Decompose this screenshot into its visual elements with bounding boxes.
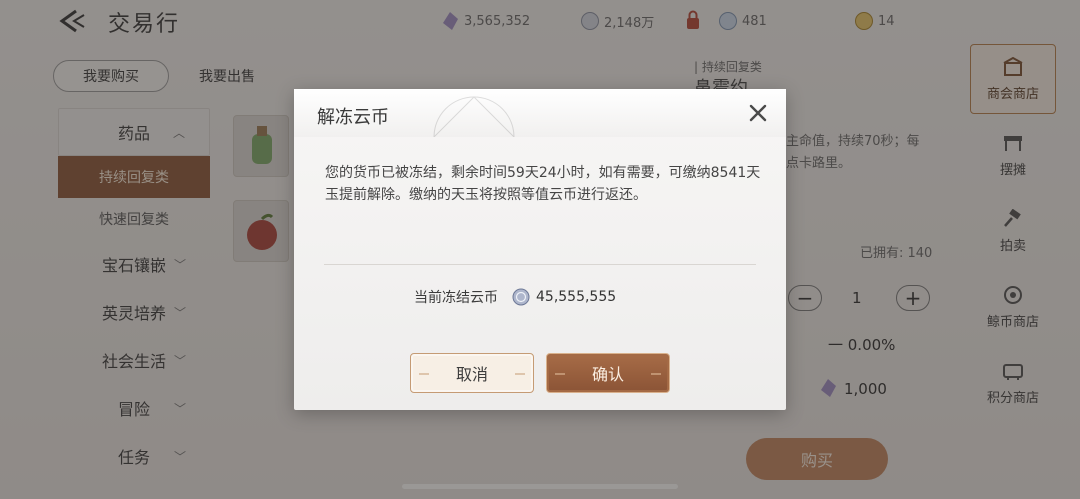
button-ornament-icon: [555, 373, 565, 375]
button-ornament-icon: [419, 373, 429, 375]
button-ornament-icon: [651, 373, 661, 375]
dialog-title: 解冻云币: [317, 107, 389, 128]
frozen-amount-value: 45,555,555: [536, 289, 617, 305]
cloud-coin-icon: [512, 288, 530, 306]
dialog-divider: [324, 264, 756, 265]
header-ornament: [433, 96, 515, 137]
cancel-button[interactable]: 取消: [410, 353, 534, 393]
close-icon[interactable]: [748, 103, 768, 123]
dialog-message: 您的货币已被冻结，剩余时间59天24小时，如有需要，可缴纳8541天玉提前解除。…: [325, 165, 761, 203]
home-indicator[interactable]: [402, 484, 678, 489]
confirm-button[interactable]: 确认: [546, 353, 670, 393]
frozen-amount-row: 当前冻结云币 45,555,555: [414, 287, 616, 307]
unfreeze-dialog: 解冻云币 您的货币已被冻结，剩余时间59天24小时，如有需要，可缴纳8541天玉…: [294, 89, 786, 410]
button-ornament-icon: [515, 373, 525, 375]
frozen-amount-label: 当前冻结云币: [414, 290, 498, 306]
